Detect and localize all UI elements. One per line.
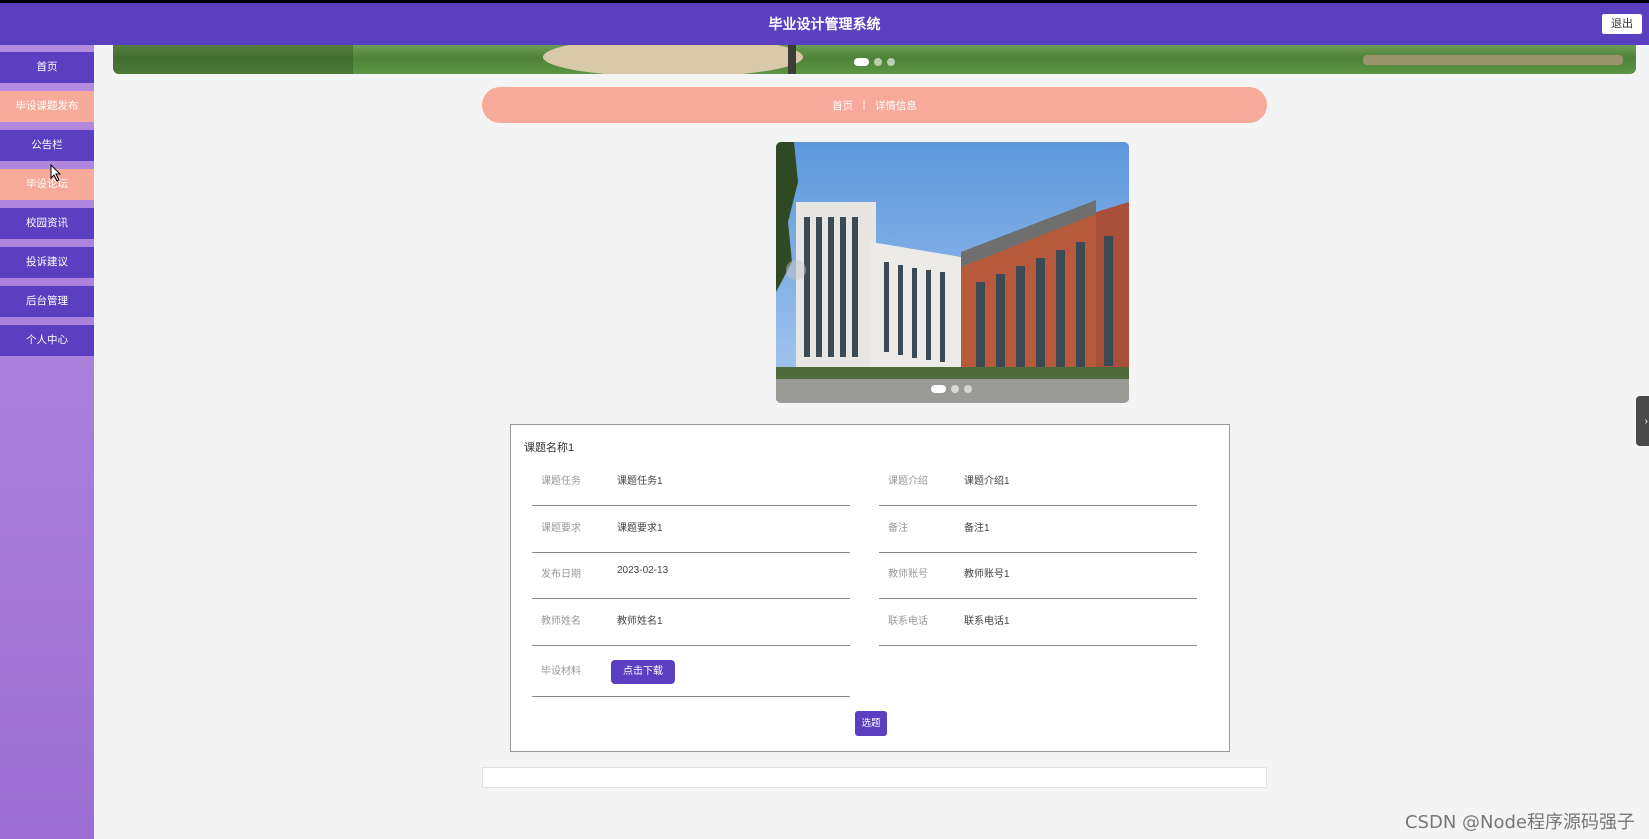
building-photo bbox=[776, 142, 1129, 403]
side-drawer-toggle[interactable]: › bbox=[1636, 396, 1649, 446]
bottom-panel bbox=[482, 767, 1267, 788]
field-value: 教师姓名1 bbox=[617, 616, 663, 627]
field-task: 课题任务 课题任务1 bbox=[532, 459, 850, 506]
field-value: 备注1 bbox=[964, 523, 990, 534]
banner-indicator-dot[interactable] bbox=[854, 58, 869, 66]
field-value: 课题要求1 bbox=[617, 523, 663, 534]
field-label: 发布日期 bbox=[541, 569, 581, 580]
field-label: 毕设材料 bbox=[541, 666, 581, 677]
app-title: 毕业设计管理系统 bbox=[768, 16, 881, 32]
image-indicator-dot[interactable] bbox=[951, 385, 959, 393]
sidebar-item-forum[interactable]: 毕设论坛 bbox=[0, 169, 94, 200]
banner-track bbox=[1363, 55, 1623, 65]
topic-title: 课题名称1 bbox=[524, 442, 575, 454]
image-indicator-dot[interactable] bbox=[931, 385, 946, 393]
image-indicator-dot[interactable] bbox=[964, 385, 972, 393]
sidebar-item-topic-publish[interactable]: 毕设课题发布 bbox=[0, 91, 94, 122]
breadcrumb-separator: ㅣ bbox=[859, 99, 869, 112]
field-label: 教师姓名 bbox=[541, 616, 581, 627]
banner-post bbox=[788, 45, 796, 74]
field-material: 毕设材料 点击下载 bbox=[532, 646, 850, 697]
select-topic-button[interactable]: 选题 bbox=[855, 711, 887, 736]
field-teacher-account: 教师账号 教师账号1 bbox=[879, 552, 1197, 599]
banner-shadow bbox=[113, 45, 353, 74]
field-label: 备注 bbox=[888, 523, 908, 534]
breadcrumb-home[interactable]: 首页 bbox=[832, 98, 853, 113]
field-publish-date: 发布日期 2023-02-13 bbox=[532, 552, 850, 599]
banner-indicators bbox=[854, 58, 895, 66]
sidebar-item-campus-news[interactable]: 校园资讯 bbox=[0, 208, 94, 239]
banner-carousel[interactable] bbox=[113, 45, 1636, 74]
field-label: 课题介绍 bbox=[888, 476, 928, 487]
breadcrumb: 首页 ㅣ 详情信息 bbox=[482, 87, 1267, 123]
sidebar-item-complaints[interactable]: 投诉建议 bbox=[0, 247, 94, 278]
field-label: 教师账号 bbox=[888, 569, 928, 580]
field-teacher-name: 教师姓名 教师姓名1 bbox=[532, 599, 850, 646]
sidebar: 首页 毕设课题发布 公告栏 毕设论坛 校园资讯 投诉建议 后台管理 个人中心 bbox=[0, 45, 94, 839]
field-intro: 课题介绍 课题介绍1 bbox=[879, 459, 1197, 506]
field-label: 课题要求 bbox=[541, 523, 581, 534]
banner-indicator-dot[interactable] bbox=[887, 58, 895, 66]
field-requirement: 课题要求 课题要求1 bbox=[532, 506, 850, 553]
field-remark: 备注 备注1 bbox=[879, 506, 1197, 553]
download-button[interactable]: 点击下载 bbox=[611, 660, 675, 684]
field-value: 课题介绍1 bbox=[964, 476, 1010, 487]
field-value: 联系电话1 bbox=[964, 616, 1010, 627]
topic-detail-card: 课题名称1 课题任务 课题任务1 课题介绍 课题介绍1 课题要求 课题要求1 备… bbox=[510, 424, 1230, 752]
field-label: 课题任务 bbox=[541, 476, 581, 487]
image-indicators bbox=[931, 385, 972, 393]
field-label: 联系电话 bbox=[888, 616, 928, 627]
sidebar-item-personal-center[interactable]: 个人中心 bbox=[0, 325, 94, 356]
field-value: 2023-02-13 bbox=[617, 565, 669, 576]
logout-button[interactable]: 退出 bbox=[1602, 14, 1642, 34]
detail-image-carousel[interactable] bbox=[776, 142, 1129, 403]
banner-path bbox=[543, 45, 803, 74]
watermark: CSDN @Node程序源码强子 bbox=[1404, 812, 1635, 833]
banner-indicator-dot[interactable] bbox=[874, 58, 882, 66]
sidebar-item-home[interactable]: 首页 bbox=[0, 52, 94, 83]
field-value: 课题任务1 bbox=[617, 476, 663, 487]
top-bar: 毕业设计管理系统 退出 bbox=[0, 3, 1649, 45]
sidebar-item-notice-board[interactable]: 公告栏 bbox=[0, 130, 94, 161]
field-value: 教师账号1 bbox=[964, 569, 1010, 580]
sidebar-item-admin[interactable]: 后台管理 bbox=[0, 286, 94, 317]
breadcrumb-current: 详情信息 bbox=[874, 99, 917, 112]
mouse-cursor-icon bbox=[50, 164, 62, 182]
field-phone: 联系电话 联系电话1 bbox=[879, 599, 1197, 646]
chevron-right-icon: › bbox=[1644, 415, 1648, 427]
